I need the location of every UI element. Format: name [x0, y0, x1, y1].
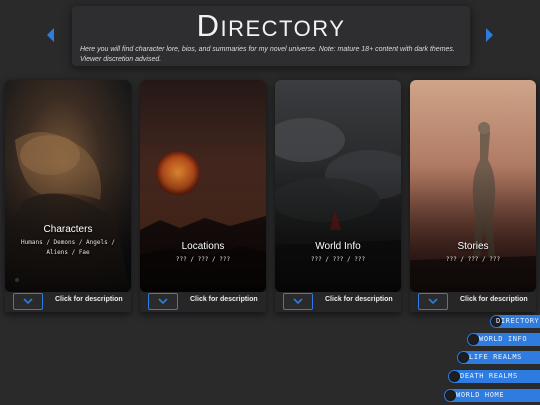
- chevron-down-icon: [158, 298, 168, 305]
- page-subtitle: Here you will find character lore, bios,…: [80, 46, 455, 63]
- nav-world-info[interactable]: WORLD INFO: [467, 333, 540, 346]
- card-subtitle-world-info: ??? / ??? / ???: [310, 256, 366, 263]
- card-subtitle-characters: Humans / Demons / Angels / Aliens / Fae: [21, 239, 115, 256]
- chevron-down-icon: [293, 298, 303, 305]
- page-title: Directory: [196, 8, 346, 43]
- card-footer-world-info: Click for description: [275, 292, 401, 312]
- card-world-info[interactable]: World Info ??? / ??? / ???: [275, 80, 401, 292]
- nav-directory[interactable]: DIRECTORY: [490, 315, 540, 328]
- card-characters[interactable]: Characters Humans / Demons / Angels / Al…: [5, 80, 131, 292]
- nav-avatar-icon: [458, 352, 469, 363]
- nav-avatar-icon: [445, 390, 456, 401]
- footer-label[interactable]: Click for description: [55, 296, 123, 303]
- card-footer-stories: Click for description: [410, 292, 536, 312]
- card-stories[interactable]: Stories ??? / ??? / ???: [410, 80, 536, 292]
- expand-stories-button[interactable]: [418, 293, 448, 310]
- expand-characters-button[interactable]: [13, 293, 43, 310]
- card-title-characters: Characters: [43, 224, 93, 235]
- card-title-world-info: World Info: [315, 241, 361, 252]
- card-title-locations: Locations: [181, 241, 225, 252]
- nav-avatar-icon: [468, 334, 479, 345]
- card-locations[interactable]: Locations ??? / ??? / ???: [140, 80, 266, 292]
- directory-header: Directory Here you will find character l…: [72, 6, 470, 66]
- expand-locations-button[interactable]: [148, 293, 178, 310]
- footer-label[interactable]: Click for description: [190, 296, 258, 303]
- card-subtitle-stories: ??? / ??? / ???: [445, 256, 501, 263]
- nav-avatar-icon: [449, 371, 460, 382]
- chevron-down-icon: [428, 298, 438, 305]
- card-footer-characters: Click for description: [5, 292, 131, 312]
- card-title-stories: Stories: [457, 241, 489, 252]
- nav-death-realms[interactable]: DEATH REALMS: [448, 370, 540, 383]
- nav-life-realms[interactable]: LIFE REALMS: [457, 351, 540, 364]
- footer-label[interactable]: Click for description: [460, 296, 528, 303]
- chevron-down-icon: [23, 298, 33, 305]
- card-subtitle-locations: ??? / ??? / ???: [175, 256, 231, 263]
- previous-arrow-icon[interactable]: [47, 28, 54, 42]
- expand-world-info-button[interactable]: [283, 293, 313, 310]
- footer-label[interactable]: Click for description: [325, 296, 393, 303]
- nav-world-home[interactable]: WORLD HOME: [444, 389, 540, 402]
- next-arrow-icon[interactable]: [486, 28, 493, 42]
- card-footer-locations: Click for description: [140, 292, 266, 312]
